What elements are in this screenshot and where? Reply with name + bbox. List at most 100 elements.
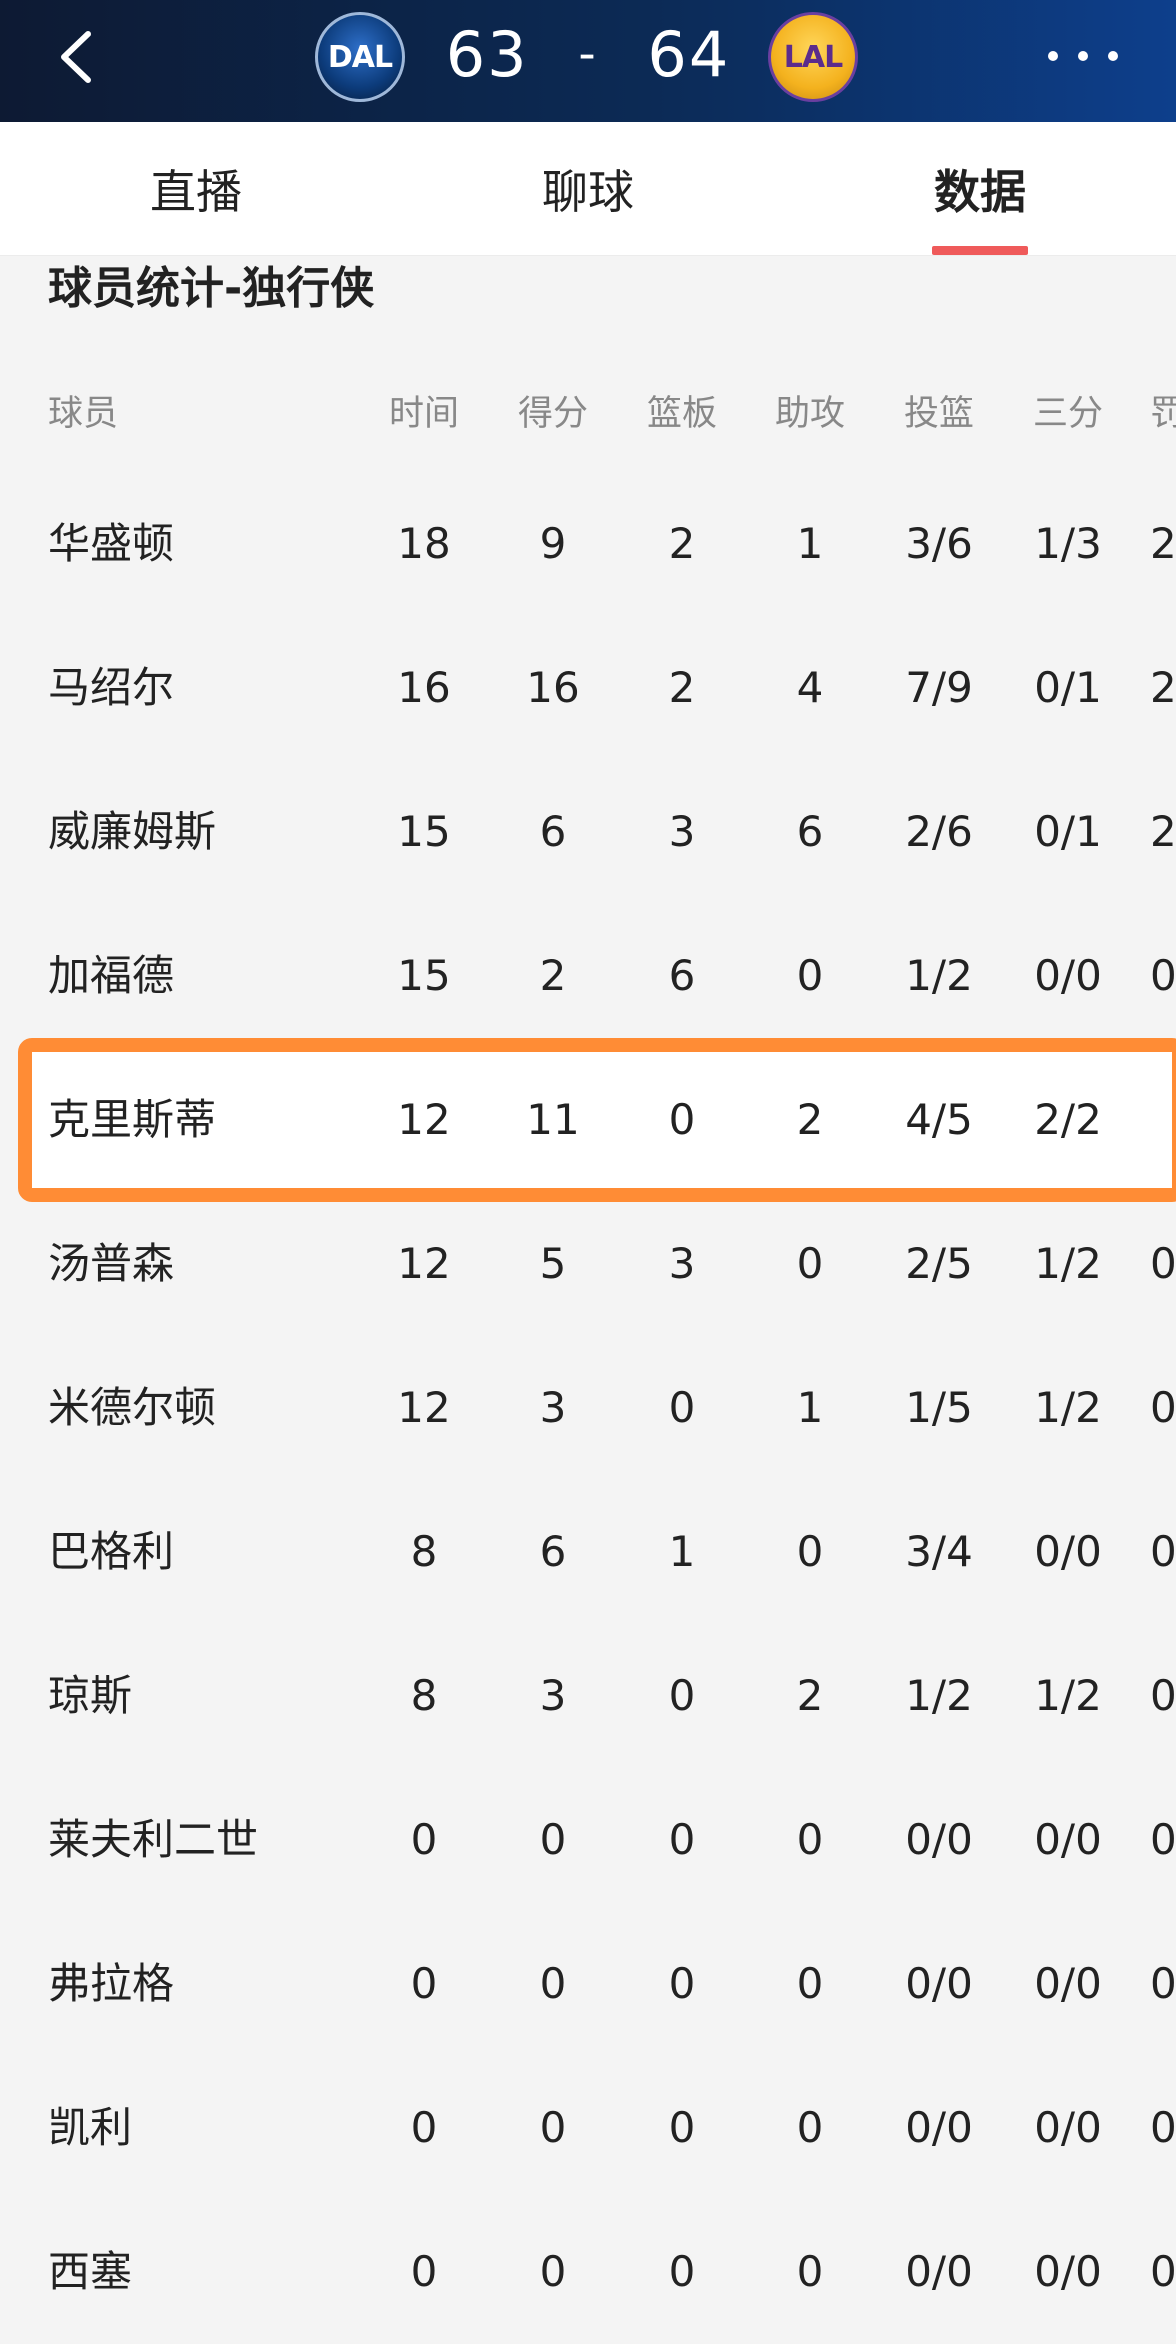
stat-cell: 0 bbox=[1150, 1671, 1176, 1720]
stat-cell: 0 bbox=[1150, 951, 1176, 1000]
stat-cell: 15 bbox=[397, 807, 451, 856]
table-row[interactable]: 威廉姆斯 15 6 3 6 2/6 0/1 2 bbox=[0, 760, 1176, 904]
table-row[interactable]: 弗拉格 0 0 0 0 0/0 0/0 0 bbox=[0, 1912, 1176, 2056]
stat-cell: 1/2 bbox=[1034, 1383, 1102, 1432]
stat-cell: 0 bbox=[1150, 1959, 1176, 2008]
away-score: 64 bbox=[647, 18, 731, 91]
stat-cell: 0 bbox=[668, 1095, 696, 1144]
stat-cell: 1 bbox=[668, 1527, 696, 1576]
stat-cell: 16 bbox=[397, 663, 451, 712]
stat-cell: 16 bbox=[526, 663, 580, 712]
stat-cell: 1/2 bbox=[905, 951, 973, 1000]
stat-cell: 0 bbox=[539, 1815, 567, 1864]
away-team-logo[interactable]: LAL bbox=[768, 12, 858, 102]
stat-cell: 2 bbox=[1150, 519, 1176, 568]
stat-cell: 3 bbox=[539, 1671, 567, 1720]
stat-cell: 0 bbox=[668, 1383, 696, 1432]
stat-cell: 4/5 bbox=[905, 1095, 973, 1144]
stat-cell: 0/0 bbox=[905, 2103, 973, 2152]
stat-cell: 0 bbox=[410, 1815, 438, 1864]
stat-cell: 2 bbox=[1150, 663, 1176, 712]
player-name: 凯利 bbox=[48, 2103, 133, 2152]
stat-cell: 0 bbox=[668, 2247, 696, 2296]
stat-cell: 11 bbox=[526, 1095, 580, 1144]
stat-cell: 0 bbox=[796, 1239, 824, 1288]
table-row[interactable]: 汤普森 12 5 3 0 2/5 1/2 0 bbox=[0, 1192, 1176, 1336]
stat-cell: 2 bbox=[1150, 807, 1176, 856]
table-row[interactable]: 凯利 0 0 0 0 0/0 0/0 0 bbox=[0, 2056, 1176, 2200]
stat-cell: 2 bbox=[539, 951, 567, 1000]
column-header: 罚 bbox=[1150, 394, 1176, 434]
stat-cell: 2/2 bbox=[1034, 1095, 1102, 1144]
home-score: 63 bbox=[445, 18, 529, 91]
stat-cell: 0 bbox=[539, 1959, 567, 2008]
stat-cell: 1 bbox=[796, 1383, 824, 1432]
stat-cell: 0 bbox=[796, 2247, 824, 2296]
player-name: 马绍尔 bbox=[48, 663, 175, 712]
player-name: 西塞 bbox=[48, 2247, 133, 2296]
column-header: 球员 bbox=[48, 394, 119, 434]
stat-cell: 3 bbox=[668, 807, 696, 856]
stat-cell: 18 bbox=[397, 519, 451, 568]
stat-cell: 8 bbox=[410, 1527, 438, 1576]
stat-cell: 0 bbox=[410, 2103, 438, 2152]
stat-cell: 0 bbox=[539, 2247, 567, 2296]
stat-cell: 0 bbox=[668, 1815, 696, 1864]
player-name: 米德尔顿 bbox=[48, 1383, 217, 1432]
column-header: 助攻 bbox=[774, 394, 845, 434]
table-row[interactable]: 加福德 15 2 6 0 1/2 0/0 0 bbox=[0, 904, 1176, 1048]
table-row[interactable]: 莱夫利二世 0 0 0 0 0/0 0/0 0 bbox=[0, 1768, 1176, 1912]
stat-cell: 15 bbox=[397, 951, 451, 1000]
stat-cell: 0/0 bbox=[1034, 951, 1102, 1000]
player-name: 汤普森 bbox=[48, 1239, 175, 1288]
table-row[interactable]: 米德尔顿 12 3 0 1 1/5 1/2 0 bbox=[0, 1336, 1176, 1480]
active-tab-indicator bbox=[932, 246, 1028, 255]
stat-cell: 5 bbox=[539, 1239, 567, 1288]
stat-cell: 0 bbox=[796, 951, 824, 1000]
table-row[interactable]: 克里斯蒂 12 11 0 2 4/5 2/2 bbox=[0, 1048, 1176, 1192]
player-name: 莱夫利二世 bbox=[48, 1815, 259, 1864]
stat-cell: 0/1 bbox=[1034, 663, 1102, 712]
stat-cell: 2 bbox=[796, 1671, 824, 1720]
tab-bar: 直播 聊球 数据 bbox=[0, 122, 1176, 256]
player-name: 加福德 bbox=[48, 951, 175, 1000]
stat-cell: 0 bbox=[796, 2103, 824, 2152]
stat-cell: 0/0 bbox=[1034, 1815, 1102, 1864]
stat-cell: 0 bbox=[1150, 1527, 1176, 1576]
stat-cell: 0 bbox=[1150, 2247, 1176, 2296]
score-separator: - bbox=[578, 26, 598, 82]
column-header: 投篮 bbox=[903, 394, 974, 434]
column-header: 三分 bbox=[1032, 394, 1103, 434]
more-icon[interactable] bbox=[1048, 36, 1118, 76]
stat-cell: 0/0 bbox=[905, 1815, 973, 1864]
tab-stats[interactable]: 数据 bbox=[850, 122, 1110, 255]
stat-cell: 0 bbox=[1150, 1815, 1176, 1864]
scoreboard: 63 - 64 bbox=[0, 18, 1176, 91]
column-header: 时间 bbox=[388, 394, 459, 434]
stat-cell: 12 bbox=[397, 1383, 451, 1432]
tab-live[interactable]: 直播 bbox=[66, 122, 326, 255]
stat-cell: 0 bbox=[539, 2103, 567, 2152]
stat-cell: 1/2 bbox=[905, 1671, 973, 1720]
stat-cell: 0 bbox=[1150, 2103, 1176, 2152]
stat-cell: 0 bbox=[796, 1815, 824, 1864]
stat-cell: 0 bbox=[1150, 1383, 1176, 1432]
table-row[interactable]: 马绍尔 16 16 2 4 7/9 0/1 2 bbox=[0, 616, 1176, 760]
table-row[interactable]: 华盛顿 18 9 2 1 3/6 1/3 2 bbox=[0, 472, 1176, 616]
stat-cell: 1/2 bbox=[1034, 1239, 1102, 1288]
stat-cell: 0 bbox=[410, 1959, 438, 2008]
stat-cell: 8 bbox=[410, 1671, 438, 1720]
stat-cell: 0/0 bbox=[1034, 1959, 1102, 2008]
top-bar: DAL 63 - 64 LAL bbox=[0, 0, 1176, 122]
tab-chat[interactable]: 聊球 bbox=[458, 122, 718, 255]
stat-cell: 1/2 bbox=[1034, 1671, 1102, 1720]
stat-cell: 0/0 bbox=[1034, 2247, 1102, 2296]
table-row[interactable]: 巴格利 8 6 1 0 3/4 0/0 0 bbox=[0, 1480, 1176, 1624]
stat-cell: 0 bbox=[796, 1527, 824, 1576]
stat-cell: 1/5 bbox=[905, 1383, 973, 1432]
table-row[interactable]: 琼斯 8 3 0 2 1/2 1/2 0 bbox=[0, 1624, 1176, 1768]
stat-cell: 0 bbox=[668, 1671, 696, 1720]
column-header: 得分 bbox=[517, 394, 588, 434]
table-row[interactable]: 西塞 0 0 0 0 0/0 0/0 0 bbox=[0, 2200, 1176, 2344]
stat-cell: 0/0 bbox=[1034, 2103, 1102, 2152]
